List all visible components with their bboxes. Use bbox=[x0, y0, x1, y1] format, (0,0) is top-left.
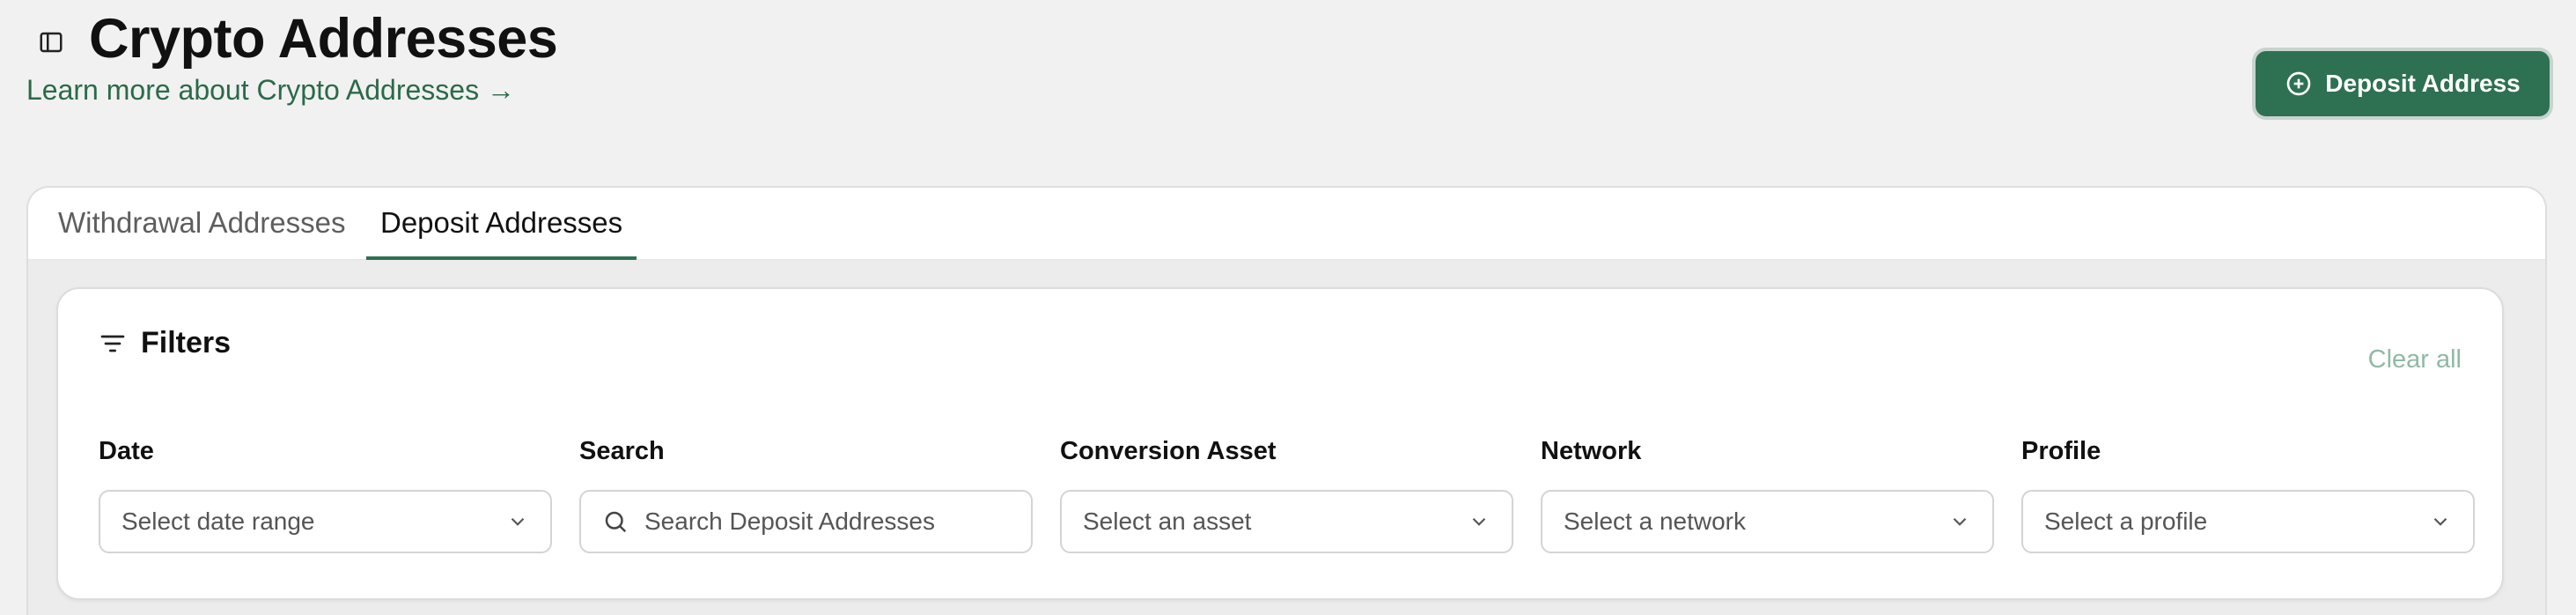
filters-card: Filters Clear all Date Select date range… bbox=[56, 287, 2504, 600]
search-icon bbox=[602, 508, 629, 535]
date-range-select[interactable]: Select date range bbox=[99, 490, 552, 553]
date-filter: Date Select date range bbox=[99, 437, 552, 553]
asset-filter: Conversion Asset Select an asset bbox=[1060, 437, 1513, 553]
sidebar-toggle-button[interactable] bbox=[35, 26, 67, 58]
profile-placeholder: Select a profile bbox=[2044, 508, 2208, 535]
search-field[interactable] bbox=[579, 490, 1033, 553]
clear-all-button[interactable]: Clear all bbox=[2368, 345, 2462, 374]
asset-label: Conversion Asset bbox=[1060, 437, 1277, 465]
tab-bar: Withdrawal Addresses Deposit Addresses bbox=[28, 188, 2545, 260]
page-title: Crypto Addresses bbox=[89, 8, 558, 70]
network-label: Network bbox=[1541, 437, 1642, 465]
sidebar-toggle-icon bbox=[38, 29, 64, 56]
search-filter: Search bbox=[579, 437, 1033, 553]
search-label: Search bbox=[579, 437, 665, 465]
date-label: Date bbox=[99, 437, 154, 465]
asset-placeholder: Select an asset bbox=[1083, 508, 1252, 535]
network-filter: Network Select a network bbox=[1541, 437, 1994, 553]
deposit-address-label: Deposit Address bbox=[2325, 70, 2521, 97]
tab-withdrawal-addresses[interactable]: Withdrawal Addresses bbox=[44, 205, 359, 260]
chevron-down-icon bbox=[1948, 510, 1971, 533]
search-input[interactable] bbox=[644, 508, 1010, 536]
tab-deposit-addresses[interactable]: Deposit Addresses bbox=[366, 205, 637, 260]
deposit-address-button[interactable]: Deposit Address bbox=[2256, 51, 2550, 116]
learn-more-link[interactable]: Learn more about Crypto Addresses → bbox=[26, 74, 515, 107]
profile-label: Profile bbox=[2021, 437, 2101, 465]
addresses-panel: Withdrawal Addresses Deposit Addresses F… bbox=[26, 186, 2547, 615]
filters-title: Filters bbox=[141, 326, 232, 359]
chevron-down-icon bbox=[2429, 510, 2452, 533]
network-select[interactable]: Select a network bbox=[1541, 490, 1994, 553]
filter-lines-icon bbox=[99, 330, 127, 358]
network-placeholder: Select a network bbox=[1564, 508, 1746, 535]
plus-circle-icon bbox=[2285, 70, 2313, 98]
date-range-placeholder: Select date range bbox=[121, 508, 315, 535]
chevron-down-icon bbox=[1468, 510, 1490, 533]
asset-select[interactable]: Select an asset bbox=[1060, 490, 1513, 553]
filters-header: Filters bbox=[99, 326, 231, 360]
profile-select[interactable]: Select a profile bbox=[2021, 490, 2475, 553]
chevron-down-icon bbox=[506, 510, 529, 533]
profile-filter: Profile Select a profile bbox=[2021, 437, 2475, 553]
